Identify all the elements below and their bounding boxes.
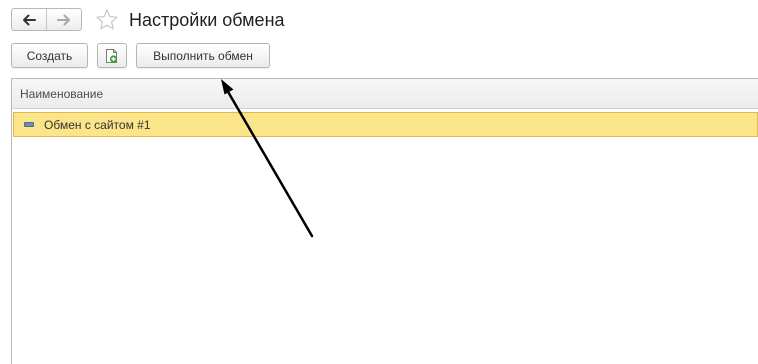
arrow-left-icon — [23, 14, 36, 25]
create-button[interactable]: Создать — [11, 43, 88, 68]
forward-button[interactable] — [46, 9, 81, 30]
table-row[interactable]: Обмен с сайтом #1 — [13, 112, 758, 137]
page-title: Настройки обмена — [129, 10, 285, 30]
star-icon — [96, 9, 118, 30]
column-header-name[interactable]: Наименование — [12, 79, 758, 109]
add-document-button[interactable] — [97, 43, 127, 68]
column-header-label: Наименование — [20, 86, 104, 101]
row-name: Обмен с сайтом #1 — [44, 117, 151, 132]
run-exchange-label: Выполнить обмен — [153, 48, 253, 63]
arrow-right-icon — [57, 14, 70, 25]
back-button[interactable] — [12, 9, 46, 30]
exchange-settings-window: Настройки обмена Создать Выполнить обмен… — [0, 0, 758, 364]
navigation-buttons — [11, 8, 82, 31]
document-add-icon — [106, 48, 118, 63]
run-exchange-button[interactable]: Выполнить обмен — [136, 43, 270, 68]
create-button-label: Создать — [26, 48, 73, 63]
exchange-settings-table: Наименование Обмен с сайтом #1 — [11, 78, 758, 364]
item-icon — [24, 122, 34, 127]
favorite-button[interactable] — [95, 8, 119, 32]
